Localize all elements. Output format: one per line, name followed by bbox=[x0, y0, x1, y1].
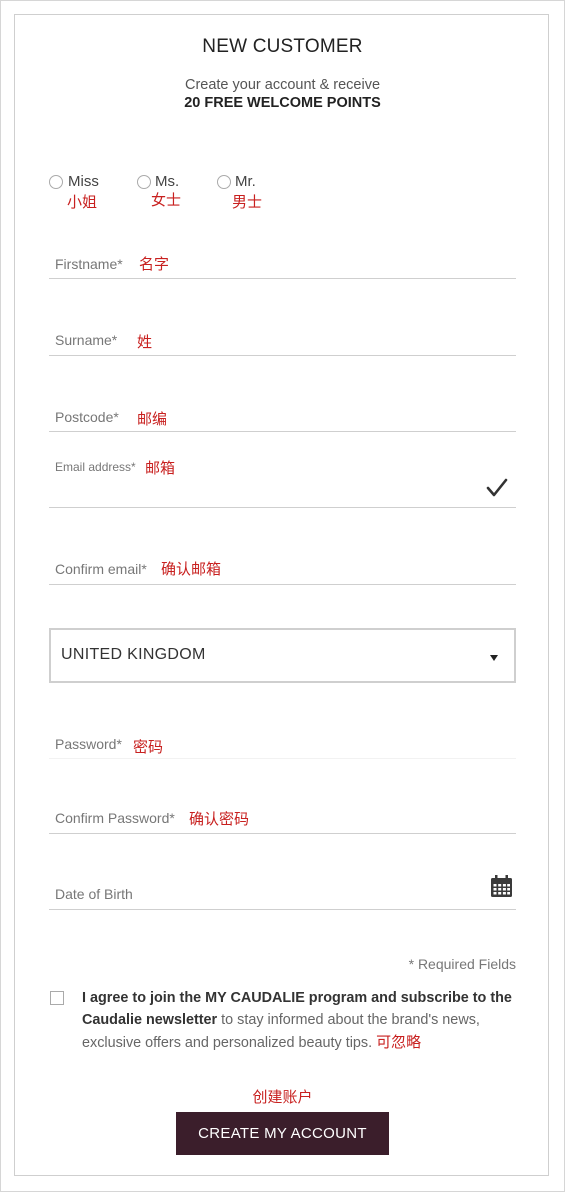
password-field[interactable]: Password* 密码 bbox=[49, 726, 516, 759]
date-of-birth-label: Date of Birth bbox=[55, 886, 133, 902]
postcode-annotation: 邮编 bbox=[137, 410, 168, 428]
annotation-mr: 男士 bbox=[232, 193, 263, 211]
surname-annotation: 姓 bbox=[137, 333, 153, 351]
confirm-password-label: Confirm Password* bbox=[55, 810, 175, 826]
confirm-email-label: Confirm email* bbox=[55, 561, 147, 577]
firstname-label: Firstname* bbox=[55, 256, 123, 272]
surname-field[interactable]: Surname* 姓 bbox=[49, 322, 516, 356]
postcode-field[interactable]: Postcode* 邮编 bbox=[49, 399, 516, 432]
confirm-password-annotation: 确认密码 bbox=[189, 810, 250, 828]
checkmark-icon bbox=[486, 478, 508, 503]
radio-mr[interactable]: Mr. bbox=[217, 173, 256, 190]
radio-label-miss: Miss bbox=[68, 173, 99, 190]
annotation-miss: 小姐 bbox=[67, 193, 98, 211]
radio-ms[interactable]: Ms. bbox=[137, 173, 179, 190]
radio-miss[interactable]: Miss bbox=[49, 173, 99, 190]
welcome-points-text: 20 FREE WELCOME POINTS bbox=[184, 95, 381, 111]
form-title: NEW CUSTOMER bbox=[202, 36, 363, 57]
newsletter-annotation: 可忽略 bbox=[376, 1033, 422, 1051]
radio-circle[interactable] bbox=[49, 174, 63, 189]
annotation-ms: 女士 bbox=[151, 191, 182, 209]
email-annotation: 邮箱 bbox=[145, 459, 176, 477]
radio-circle[interactable] bbox=[217, 174, 231, 189]
firstname-annotation: 名字 bbox=[139, 255, 170, 273]
newsletter-consent-text: I agree to join the MY CAUDALIE program … bbox=[82, 987, 522, 1054]
required-fields-note: * Required Fields bbox=[408, 956, 516, 972]
confirm-password-field[interactable]: Confirm Password* 确认密码 bbox=[49, 800, 516, 834]
create-account-button[interactable]: CREATE MY ACCOUNT bbox=[176, 1112, 389, 1155]
date-of-birth-field[interactable]: Date of Birth bbox=[49, 866, 516, 910]
surname-label: Surname* bbox=[55, 332, 118, 348]
password-annotation: 密码 bbox=[133, 738, 164, 756]
password-label: Password* bbox=[55, 736, 122, 752]
country-select[interactable]: UNITED KINGDOM bbox=[49, 628, 516, 683]
email-label: Email address* bbox=[55, 460, 136, 474]
dropdown-caret-icon bbox=[490, 655, 498, 661]
newsletter-checkbox[interactable] bbox=[50, 991, 64, 1005]
confirm-email-annotation: 确认邮箱 bbox=[161, 560, 222, 578]
country-value: UNITED KINGDOM bbox=[61, 646, 206, 663]
confirm-email-field[interactable]: Confirm email* 确认邮箱 bbox=[49, 551, 516, 585]
radio-label-ms: Ms. bbox=[155, 173, 180, 190]
submit-annotation: 创建账户 bbox=[252, 1088, 313, 1106]
form-subtitle: Create your account & receive bbox=[184, 77, 381, 93]
radio-label-mr: Mr. bbox=[235, 173, 256, 190]
radio-circle[interactable] bbox=[137, 174, 151, 189]
calendar-icon[interactable] bbox=[490, 875, 513, 903]
postcode-label: Postcode* bbox=[55, 409, 119, 425]
firstname-field[interactable]: Firstname* 名字 bbox=[49, 246, 516, 279]
email-field[interactable]: Email address* 邮箱 bbox=[49, 452, 516, 508]
